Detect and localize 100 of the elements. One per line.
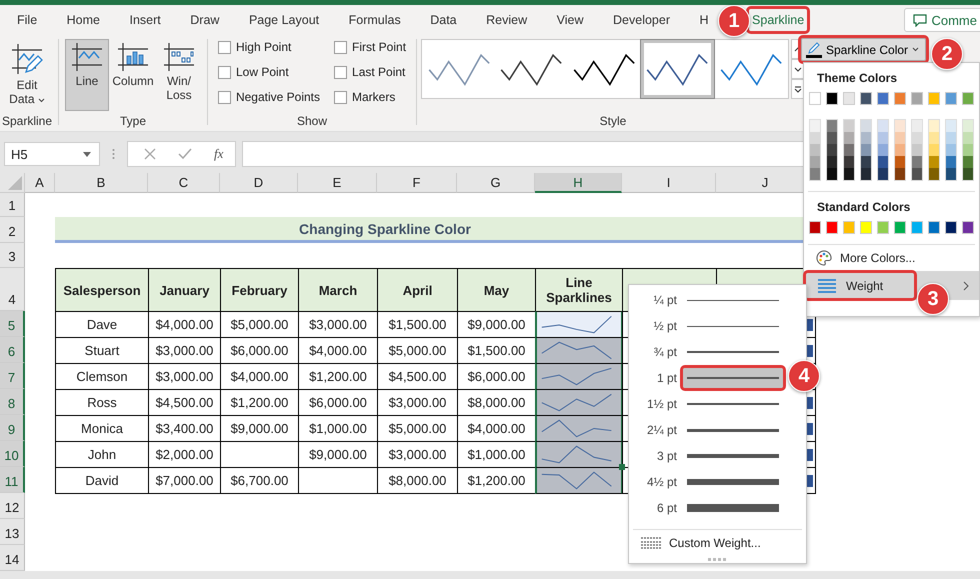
ribbon-tab[interactable]: Home	[64, 9, 103, 31]
color-swatch[interactable]	[945, 92, 957, 105]
color-swatch[interactable]	[860, 92, 872, 105]
ribbon-tab[interactable]: Sparkline	[749, 9, 808, 31]
ribbon-tab[interactable]: Draw	[187, 9, 222, 31]
color-swatch[interactable]	[843, 221, 855, 234]
cancel-icon[interactable]	[144, 148, 156, 160]
ribbon-tab[interactable]: View	[554, 9, 587, 31]
color-swatch[interactable]	[895, 132, 905, 144]
color-swatch[interactable]	[963, 156, 973, 168]
sparkline-color-button[interactable]: Sparkline Color	[801, 38, 926, 61]
color-swatch[interactable]	[946, 168, 956, 180]
color-swatch[interactable]	[946, 144, 956, 156]
color-swatch[interactable]	[810, 144, 820, 156]
weight-option[interactable]: 2¼ pt	[629, 417, 784, 443]
weight-option[interactable]: ¼ pt	[629, 287, 784, 313]
color-swatch[interactable]	[912, 144, 922, 156]
color-swatch[interactable]	[810, 168, 820, 180]
color-swatch[interactable]	[810, 132, 820, 144]
row-number[interactable]: 12	[0, 493, 25, 519]
checkbox[interactable]: Markers	[334, 90, 406, 104]
name-box[interactable]: H5	[4, 142, 100, 166]
resize-grip-icon[interactable]	[708, 558, 728, 561]
checkbox[interactable]: First Point	[334, 40, 406, 54]
select-all-icon[interactable]	[8, 176, 22, 190]
row-number[interactable]: 4	[0, 268, 25, 311]
row-number[interactable]: 14	[0, 545, 25, 571]
color-swatch[interactable]	[945, 221, 957, 234]
ribbon-tab[interactable]: Page Layout	[246, 9, 322, 31]
row-number[interactable]: 8	[0, 389, 25, 415]
color-swatch[interactable]	[929, 120, 939, 132]
color-swatch[interactable]	[895, 144, 905, 156]
color-swatch[interactable]	[878, 132, 888, 144]
weight-option[interactable]: ½ pt	[629, 313, 784, 339]
grid-header-letter[interactable]: D	[220, 173, 298, 193]
color-swatch[interactable]	[963, 168, 973, 180]
row-number[interactable]: 7	[0, 363, 25, 389]
more-colors-item[interactable]: More Colors...	[804, 245, 979, 271]
ribbon-tab[interactable]: Insert	[126, 9, 164, 31]
weight-option[interactable]: 6 pt	[629, 495, 784, 521]
color-swatch[interactable]	[912, 132, 922, 144]
fill-handle[interactable]	[619, 464, 625, 470]
ribbon-tab[interactable]: Formulas	[346, 9, 404, 31]
ribbon-tab[interactable]: Data	[427, 9, 460, 31]
grid-header-letter[interactable]: A	[25, 173, 55, 193]
color-swatch[interactable]	[962, 221, 974, 234]
row-number[interactable]: 10	[0, 441, 25, 467]
row-number[interactable]: 1	[0, 193, 25, 217]
weight-option[interactable]: 1½ pt	[629, 391, 784, 417]
color-swatch[interactable]	[843, 92, 855, 105]
color-swatch[interactable]	[877, 221, 889, 234]
edit-data-button[interactable]: Edit Data	[6, 39, 48, 109]
column-button[interactable]: Column	[111, 39, 155, 111]
color-swatch[interactable]	[963, 144, 973, 156]
color-swatch[interactable]	[928, 221, 940, 234]
color-swatch[interactable]	[827, 132, 837, 144]
weight-option[interactable]: 3 pt	[629, 443, 784, 469]
color-swatch[interactable]	[827, 168, 837, 180]
color-swatch[interactable]	[946, 156, 956, 168]
row-number[interactable]: 3	[0, 243, 25, 268]
color-swatch[interactable]	[929, 156, 939, 168]
color-swatch[interactable]	[946, 132, 956, 144]
checkbox[interactable]: Last Point	[334, 65, 406, 79]
color-swatch[interactable]	[911, 221, 923, 234]
grid-header-letter[interactable]: B	[55, 173, 148, 193]
color-swatch[interactable]	[861, 156, 871, 168]
color-swatch[interactable]	[912, 120, 922, 132]
color-swatch[interactable]	[809, 92, 821, 105]
row-number[interactable]: 13	[0, 519, 25, 545]
color-swatch[interactable]	[827, 120, 837, 132]
color-swatch[interactable]	[963, 120, 973, 132]
color-swatch[interactable]	[895, 156, 905, 168]
insert-function-button[interactable]: fx	[214, 146, 224, 162]
win-loss-button[interactable]: Win/ Loss	[157, 39, 201, 111]
color-swatch[interactable]	[844, 156, 854, 168]
color-swatch[interactable]	[962, 92, 974, 105]
style-option[interactable]	[641, 40, 714, 98]
color-swatch[interactable]	[878, 120, 888, 132]
comments-button[interactable]: Comme	[904, 8, 980, 32]
color-swatch[interactable]	[878, 156, 888, 168]
color-swatch[interactable]	[946, 120, 956, 132]
check-icon[interactable]	[178, 148, 192, 160]
color-swatch[interactable]	[861, 144, 871, 156]
line-button[interactable]: Line	[65, 39, 109, 111]
color-swatch[interactable]	[861, 120, 871, 132]
color-swatch[interactable]	[810, 120, 820, 132]
color-swatch[interactable]	[877, 92, 889, 105]
ribbon-tab[interactable]: File	[14, 9, 40, 31]
color-swatch[interactable]	[844, 120, 854, 132]
grid-header-letter[interactable]: I	[622, 173, 716, 193]
ribbon-tab[interactable]: Developer	[610, 9, 673, 31]
color-swatch[interactable]	[929, 144, 939, 156]
color-swatch[interactable]	[844, 144, 854, 156]
color-swatch[interactable]	[827, 144, 837, 156]
row-number[interactable]: 11	[0, 467, 25, 493]
color-swatch[interactable]	[861, 132, 871, 144]
grid-header-letter[interactable]: G	[457, 173, 535, 193]
color-swatch[interactable]	[878, 144, 888, 156]
ribbon-tab[interactable]: H	[696, 9, 712, 31]
grid-header-letter[interactable]: E	[298, 173, 377, 193]
